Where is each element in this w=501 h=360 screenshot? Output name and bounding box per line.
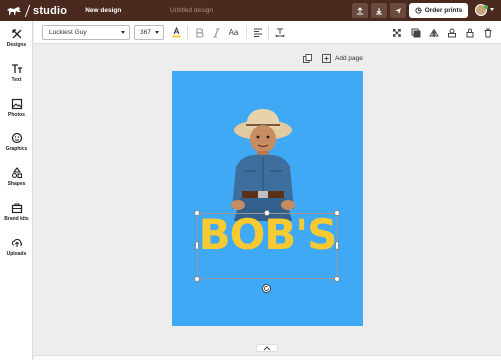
download-button[interactable] xyxy=(371,3,387,18)
resize-handle-left[interactable] xyxy=(195,241,199,250)
add-page-icon xyxy=(322,54,331,63)
bottom-panel xyxy=(34,355,501,360)
sidebar-item-brand-kits[interactable]: Brand kits xyxy=(0,202,33,222)
sidebar-item-shapes[interactable]: Shapes xyxy=(0,167,33,187)
online-status-dot xyxy=(484,5,488,9)
designs-icon xyxy=(11,29,21,39)
graphics-icon xyxy=(11,132,22,144)
sidebar-item-label: Shapes xyxy=(7,181,26,187)
font-size-value: 367 xyxy=(140,29,151,36)
text-case-label: Aa xyxy=(228,28,239,37)
sidebar-item-uploads[interactable]: Uploads xyxy=(0,237,33,257)
send-icon xyxy=(395,7,401,14)
sidebar-item-graphics[interactable]: Graphics xyxy=(0,132,33,152)
sidebar: Designs Text Photos Graphics Shapes Bran… xyxy=(0,21,33,360)
layers-icon xyxy=(411,28,420,37)
order-prints-button[interactable]: Order prints xyxy=(409,3,468,18)
text-spacing-icon xyxy=(274,28,285,37)
chevron-down-icon xyxy=(121,31,125,34)
text-toolbar: Luckiest Guy 367 Aa xyxy=(34,21,501,44)
chevron-down-icon[interactable] xyxy=(490,8,494,11)
brand-kits-icon xyxy=(11,203,22,214)
resize-handle-bottom-right[interactable] xyxy=(334,276,340,282)
share-button[interactable] xyxy=(352,3,368,18)
lock-icon xyxy=(466,27,473,37)
document-title[interactable]: Untitled design xyxy=(170,7,213,14)
toolbar-divider xyxy=(268,26,269,39)
page-actions: Add page xyxy=(303,54,363,63)
page-panel-toggle[interactable] xyxy=(256,344,278,352)
rotate-icon[interactable] xyxy=(262,284,271,293)
sidebar-item-label: Designs xyxy=(6,42,27,48)
order-prints-label: Order prints xyxy=(424,7,463,14)
resize-handle-top[interactable] xyxy=(264,210,270,216)
delete-button[interactable] xyxy=(482,27,493,38)
sidebar-item-label: Uploads xyxy=(6,251,27,257)
text-case-button[interactable]: Aa xyxy=(228,27,239,38)
text-spacing-button[interactable] xyxy=(274,27,285,38)
resize-handle-top-left[interactable] xyxy=(194,210,200,216)
align-button[interactable] xyxy=(252,27,263,38)
flip-icon xyxy=(428,28,439,37)
logo[interactable]: studio xyxy=(6,4,68,17)
layer-button[interactable] xyxy=(410,27,421,38)
toolbar-divider xyxy=(187,26,188,39)
sidebar-item-photos[interactable]: Photos xyxy=(0,98,33,118)
sidebar-item-label: Text xyxy=(11,77,22,83)
trash-icon xyxy=(484,28,491,37)
photos-icon xyxy=(11,98,22,110)
text-color-icon xyxy=(172,27,181,38)
bold-button[interactable] xyxy=(194,27,205,38)
uploads-icon xyxy=(11,238,22,247)
font-size-select[interactable]: 367 xyxy=(134,25,164,40)
print-icon xyxy=(415,7,422,14)
resize-handle-right[interactable] xyxy=(335,241,339,250)
toolbar-divider xyxy=(246,26,247,39)
sidebar-item-text[interactable]: Text xyxy=(0,63,33,83)
shapes-icon xyxy=(11,167,22,179)
add-page-label: Add page xyxy=(335,55,363,62)
chevron-up-icon xyxy=(263,346,271,351)
horse-logo-icon xyxy=(7,6,21,15)
sidebar-item-designs[interactable]: Designs xyxy=(0,28,33,48)
text-color-button[interactable] xyxy=(171,27,182,38)
checkerboard-icon xyxy=(392,28,401,37)
selection-frame xyxy=(197,213,337,279)
italic-icon xyxy=(213,27,220,38)
sidebar-item-label: Graphics xyxy=(5,146,28,152)
logo-divider xyxy=(24,4,31,17)
new-design-menu[interactable]: New design xyxy=(85,7,121,14)
add-page-button[interactable]: Add page xyxy=(322,54,363,63)
upload-icon xyxy=(357,6,363,14)
align-left-icon xyxy=(253,28,262,37)
bold-icon xyxy=(196,27,204,38)
flip-button[interactable] xyxy=(428,27,439,38)
resize-handle-bottom-left[interactable] xyxy=(194,276,200,282)
duplicate-button[interactable] xyxy=(446,27,457,38)
transparency-button[interactable] xyxy=(391,27,402,38)
chevron-down-icon xyxy=(155,31,159,34)
text-icon xyxy=(11,64,22,73)
lock-button[interactable] xyxy=(464,27,475,38)
copy-page-icon[interactable] xyxy=(303,54,312,63)
italic-button[interactable] xyxy=(211,27,222,38)
font-family-value: Luckiest Guy xyxy=(49,29,87,36)
sidebar-item-label: Photos xyxy=(8,112,25,118)
send-button[interactable] xyxy=(390,3,406,18)
sidebar-item-label: Brand kits xyxy=(4,216,29,222)
logo-text: studio xyxy=(33,4,68,17)
font-family-select[interactable]: Luckiest Guy xyxy=(42,25,130,40)
download-icon xyxy=(376,7,382,14)
resize-handle-top-right[interactable] xyxy=(334,210,340,216)
duplicate-icon xyxy=(447,28,456,37)
